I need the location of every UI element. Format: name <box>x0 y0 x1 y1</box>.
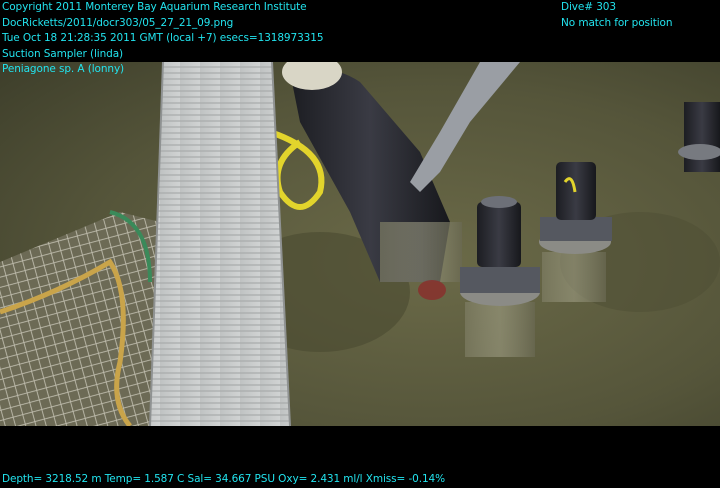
overlay-metadata-right: Dive# 303 No match for position <box>561 0 673 31</box>
sampler-label: Suction Sampler (linda) <box>2 47 124 60</box>
overlay-sensor-readout: Depth= 3218.52 m Temp= 1.587 C Sal= 34.6… <box>2 472 445 488</box>
suction-hose <box>149 62 291 426</box>
timestamp-text: Tue Oct 18 21:28:35 2011 GMT (local +7) … <box>2 32 324 44</box>
species-label: Peniagone sp. A (lonny) <box>2 63 125 75</box>
video-frame: Copyright 2011 Monterey Bay Aquarium Res… <box>0 0 720 486</box>
sample-tube-3 <box>678 102 720 172</box>
position-status: No match for position <box>561 16 673 29</box>
seafloor-photo <box>0 62 720 426</box>
image-path-text: DocRicketts/2011/docr303/05_27_21_09.png <box>2 16 234 29</box>
overlay-metadata-left: Copyright 2011 Monterey Bay Aquarium Res… <box>2 0 324 78</box>
sensor-readout-text: Depth= 3218.52 m Temp= 1.587 C Sal= 34.6… <box>2 473 445 485</box>
dive-number: Dive# 303 <box>561 1 616 13</box>
copyright-text: Copyright 2011 Monterey Bay Aquarium Res… <box>2 1 307 13</box>
